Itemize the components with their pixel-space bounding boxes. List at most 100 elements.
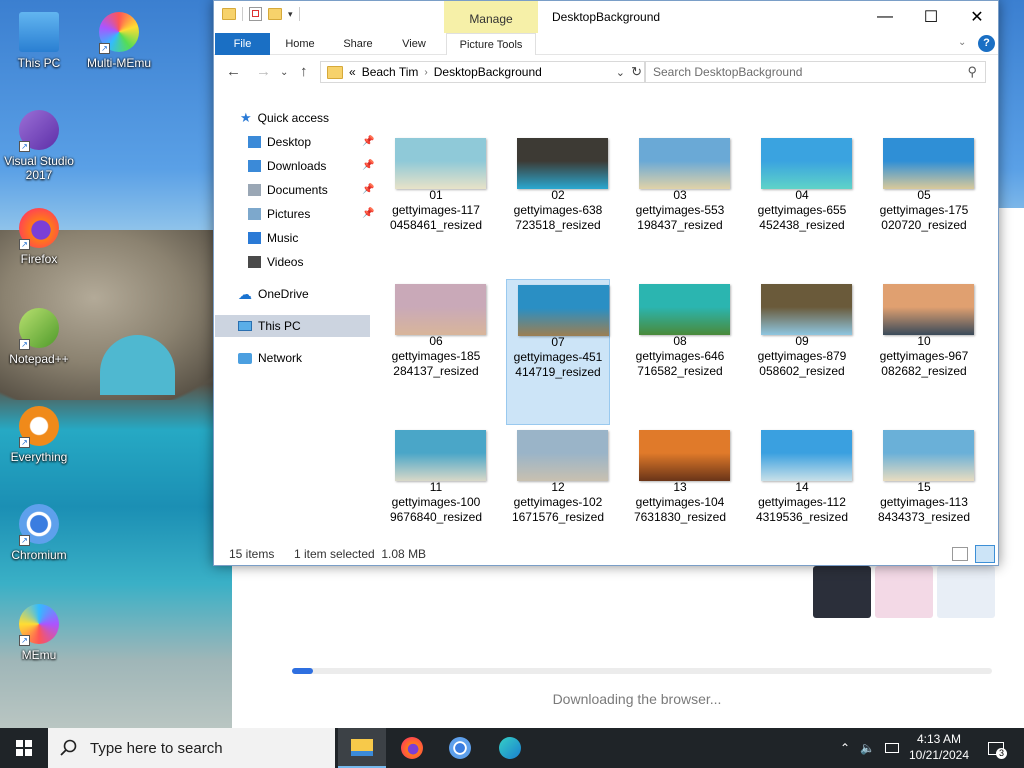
file-item[interactable]: 01 gettyimages-117 0458461_resized xyxy=(384,133,488,279)
file-item[interactable]: 04 gettyimages-655 452438_resized xyxy=(750,133,854,279)
breadcrumb-segment[interactable]: DesktopBackground xyxy=(434,65,542,79)
desktop-icon-chromium[interactable]: ↗ Chromium xyxy=(0,502,78,562)
tab-share[interactable]: Share xyxy=(334,33,382,55)
refresh-icon[interactable]: ↻ xyxy=(631,64,642,80)
title-bar[interactable]: ▾ DesktopBackground — ☐ ✕ xyxy=(214,1,998,33)
nav-item-videos[interactable]: Videos xyxy=(248,251,372,273)
notifications-button[interactable]: 3 xyxy=(984,728,1008,768)
file-name: 06 gettyimages-185 284137_resized xyxy=(391,334,481,378)
tab-view[interactable]: View xyxy=(391,33,437,55)
tab-file[interactable]: File xyxy=(215,33,270,55)
file-item[interactable]: 08 gettyimages-646 716582_resized xyxy=(628,279,732,425)
desktop-icon-multi-memu[interactable]: ↗ Multi-MEmu xyxy=(80,10,158,70)
address-dropdown-icon[interactable]: ⌄ xyxy=(616,66,625,79)
new-folder-icon[interactable] xyxy=(268,8,282,20)
pin-icon: 📌 xyxy=(362,208,375,219)
nav-item-pictures[interactable]: Pictures 📌 xyxy=(248,203,375,225)
recent-locations-icon[interactable]: ⌄ xyxy=(280,67,288,78)
desktop-icon-label: Multi-MEmu xyxy=(86,56,151,70)
maximize-button[interactable]: ☐ xyxy=(908,1,954,33)
search-icon xyxy=(60,739,77,756)
desktop-icon-firefox[interactable]: ↗ Firefox xyxy=(0,206,78,266)
nav-label: Videos xyxy=(267,255,304,269)
nav-item-downloads[interactable]: Downloads 📌 xyxy=(248,155,374,177)
taskbar-search-box[interactable]: Type here to search xyxy=(48,728,335,768)
tab-home[interactable]: Home xyxy=(276,33,324,55)
minimize-button[interactable]: — xyxy=(862,1,908,33)
file-item[interactable]: 10 gettyimages-967 082682_resized xyxy=(872,279,976,425)
quick-access-toolbar: ▾ xyxy=(222,7,300,21)
properties-icon[interactable] xyxy=(249,7,262,21)
taskbar-firefox[interactable] xyxy=(388,728,436,768)
help-icon[interactable]: ? xyxy=(978,35,995,52)
image-thumbnail xyxy=(761,430,852,481)
installer-preview-thumbnails xyxy=(737,566,997,618)
shortcut-arrow-icon: ↗ xyxy=(19,339,30,350)
pin-icon: 📌 xyxy=(362,136,375,147)
desktop-icon-label: Visual Studio 2017 xyxy=(4,154,74,182)
taskbar-chromium[interactable] xyxy=(436,728,484,768)
image-thumbnail xyxy=(395,430,486,481)
nav-label: This PC xyxy=(258,319,301,333)
this-pc-icon-glyph xyxy=(19,12,59,52)
notepad-plus-plus-icon: ↗ xyxy=(17,306,61,350)
file-name: 09 gettyimages-879 058602_resized xyxy=(757,334,847,378)
network-status-icon[interactable] xyxy=(885,743,900,753)
details-view-icon[interactable] xyxy=(952,547,968,561)
taskbar-file-explorer[interactable] xyxy=(338,728,386,768)
desktop-icon-this-pc[interactable]: This PC xyxy=(0,10,78,70)
nav-network[interactable]: Network xyxy=(238,347,302,369)
file-item[interactable]: 09 gettyimages-879 058602_resized xyxy=(750,279,854,425)
desktop-icon-notepad-plus-plus[interactable]: ↗ Notepad++ xyxy=(0,306,78,366)
up-icon[interactable]: ↑ xyxy=(300,63,308,80)
search-input[interactable]: Search DesktopBackground ⚲ xyxy=(644,61,986,83)
desktop-icon-visual-studio[interactable]: ↗ Visual Studio 2017 xyxy=(0,108,78,182)
shortcut-arrow-icon: ↗ xyxy=(99,43,110,54)
tab-picture-tools[interactable]: Picture Tools xyxy=(446,33,536,55)
nav-onedrive[interactable]: ☁ OneDrive xyxy=(238,283,309,305)
image-thumbnail xyxy=(517,430,608,481)
nav-quick-access[interactable]: ★ Quick access xyxy=(240,107,329,129)
show-hidden-icons-icon[interactable]: ⌃ xyxy=(840,741,850,755)
large-icons-view-icon[interactable] xyxy=(975,545,995,563)
image-thumbnail xyxy=(639,284,730,335)
shortcut-arrow-icon: ↗ xyxy=(19,635,30,646)
forward-icon[interactable]: → xyxy=(256,63,271,80)
address-bar[interactable]: « Beach Tim › DesktopBackground ⌄ ↻ xyxy=(320,61,646,83)
desktop-icon-memu[interactable]: ↗ MEmu xyxy=(0,602,78,662)
desktop-icon-label: MEmu xyxy=(21,648,57,662)
nav-this-pc[interactable]: This PC xyxy=(215,315,370,337)
desktop-icon-label: This PC xyxy=(17,56,61,70)
nav-item-documents[interactable]: Documents 📌 xyxy=(248,179,374,201)
manage-tab-label[interactable]: Manage xyxy=(444,12,538,26)
image-thumbnail xyxy=(761,138,852,189)
breadcrumb-segment[interactable]: Beach Tim xyxy=(362,65,419,79)
file-item[interactable]: 03 gettyimages-553 198437_resized xyxy=(628,133,732,279)
file-item[interactable]: 05 gettyimages-175 020720_resized xyxy=(872,133,976,279)
file-item[interactable]: 07 gettyimages-451 414719_resized xyxy=(506,279,610,425)
back-icon[interactable]: ← xyxy=(226,63,241,80)
taskbar-memu[interactable] xyxy=(486,728,534,768)
network-icon xyxy=(238,352,252,364)
close-button[interactable]: ✕ xyxy=(954,1,1000,33)
visual-studio-icon: ↗ xyxy=(17,108,61,152)
documents-folder-icon xyxy=(248,184,261,196)
nav-item-desktop[interactable]: Desktop 📌 xyxy=(248,131,375,153)
address-overflow[interactable]: « xyxy=(349,65,356,79)
start-button[interactable] xyxy=(0,728,48,768)
volume-muted-icon[interactable]: 🔈 xyxy=(860,741,875,755)
breadcrumb-separator-icon[interactable]: › xyxy=(424,67,427,78)
nav-item-music[interactable]: Music xyxy=(248,227,372,249)
file-name: 03 gettyimages-553 198437_resized xyxy=(635,188,725,232)
image-thumbnail xyxy=(517,138,608,189)
file-item[interactable]: 02 gettyimages-638 723518_resized xyxy=(506,133,610,279)
ribbon-expand-icon[interactable]: ⌄ xyxy=(958,37,966,48)
file-name: 15 gettyimages-113 8434373_resized xyxy=(877,480,971,524)
file-item[interactable]: 06 gettyimages-185 284137_resized xyxy=(384,279,488,425)
file-explorer-window[interactable]: ▾ DesktopBackground — ☐ ✕ Manage File Ho… xyxy=(213,0,999,566)
clock[interactable]: 4:13 AM 10/21/2024 xyxy=(904,731,974,763)
customize-toolbar-icon[interactable]: ▾ xyxy=(288,9,293,20)
computer-icon xyxy=(238,321,252,331)
desktop-icon-everything[interactable]: ↗ Everything xyxy=(0,404,78,464)
file-name: 11 gettyimages-100 9676840_resized xyxy=(389,480,483,524)
